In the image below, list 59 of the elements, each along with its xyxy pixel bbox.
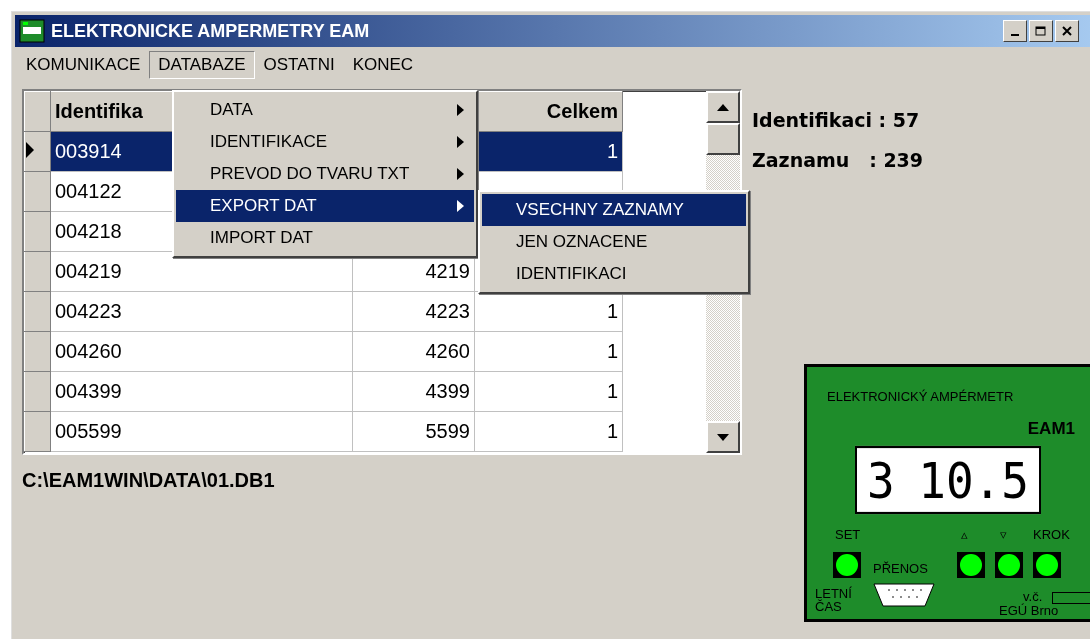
- table-cell: 5599: [352, 411, 475, 452]
- table-cell: 4223: [352, 291, 475, 332]
- minimize-icon: [1011, 34, 1019, 36]
- app-icon: [19, 19, 45, 43]
- menu-item[interactable]: DATABAZE: [149, 51, 255, 79]
- down-label: ▿: [1000, 527, 1007, 542]
- minimize-button[interactable]: [1003, 20, 1027, 42]
- down-arrow-icon: [717, 433, 729, 441]
- table-cell: 1: [474, 411, 623, 452]
- window-title: ELEKTRONICKE AMPERMETRY EAM: [51, 20, 371, 42]
- row-indicator[interactable]: [24, 131, 51, 172]
- display-channel: 3: [867, 450, 895, 510]
- down-key[interactable]: [995, 552, 1023, 578]
- submenu-arrow-icon: [457, 136, 464, 148]
- table-cell: 1: [474, 371, 623, 412]
- serial-number-label: v.č.: [1023, 589, 1043, 604]
- table-cell: 4260: [352, 331, 475, 372]
- transfer-label: PŘENOS: [873, 561, 928, 576]
- maximize-icon: [1035, 25, 1047, 37]
- close-button[interactable]: [1055, 20, 1079, 42]
- table-cell: 004223: [50, 291, 353, 332]
- current-row-icon: [25, 142, 35, 158]
- set-label: SET: [835, 527, 861, 542]
- scroll-thumb[interactable]: [706, 123, 740, 155]
- up-key[interactable]: [957, 552, 985, 578]
- menu-item[interactable]: IDENTIFIKACI: [482, 258, 746, 290]
- display-reading: 10.5: [918, 450, 1029, 510]
- table-cell: 004260: [50, 331, 353, 372]
- close-icon: [1062, 26, 1072, 36]
- up-label: ▵: [961, 527, 968, 542]
- device-model: EAM1: [1027, 419, 1075, 439]
- step-label: KROK: [1033, 527, 1070, 542]
- menu-item[interactable]: KOMUNIKACE: [17, 51, 150, 79]
- menu-item[interactable]: JEN OZNACENE: [482, 226, 746, 258]
- submenu-arrow-icon: [457, 168, 464, 180]
- table-cell: 005599: [50, 411, 353, 452]
- maker-label: EGÚ Brno: [999, 603, 1059, 618]
- scroll-down-button[interactable]: [706, 421, 740, 453]
- stat-label: Zaznamu : 239: [752, 149, 925, 173]
- summer-time-label: LETNÍ ČAS: [815, 587, 852, 613]
- set-key[interactable]: [833, 552, 861, 578]
- stat-label: Identifikaci : 57: [752, 109, 921, 133]
- serial-port-icon: [873, 583, 935, 607]
- table-cell: 004399: [50, 371, 353, 412]
- menu-item[interactable]: OSTATNI: [254, 51, 344, 79]
- step-key[interactable]: [1033, 552, 1061, 578]
- menu-item[interactable]: DATA: [176, 94, 474, 126]
- menu-item[interactable]: EXPORT DAT: [176, 190, 474, 222]
- up-arrow-icon: [717, 103, 729, 111]
- submenu-arrow-icon: [457, 200, 464, 212]
- menu-item[interactable]: VSECHNY ZAZNAMY: [482, 194, 746, 226]
- maximize-button[interactable]: [1029, 20, 1053, 42]
- scroll-up-button[interactable]: [706, 91, 740, 123]
- table-cell: 1: [474, 331, 623, 372]
- menu-item[interactable]: KONEC: [343, 51, 423, 79]
- device-title: ELEKTRONICKÝ AMPÉRMETR: [827, 389, 1014, 404]
- submenu-arrow-icon: [457, 104, 464, 116]
- table-cell: 4399: [352, 371, 475, 412]
- file-path: C:\EAM1WIN\DATA\01.DB1: [22, 469, 276, 492]
